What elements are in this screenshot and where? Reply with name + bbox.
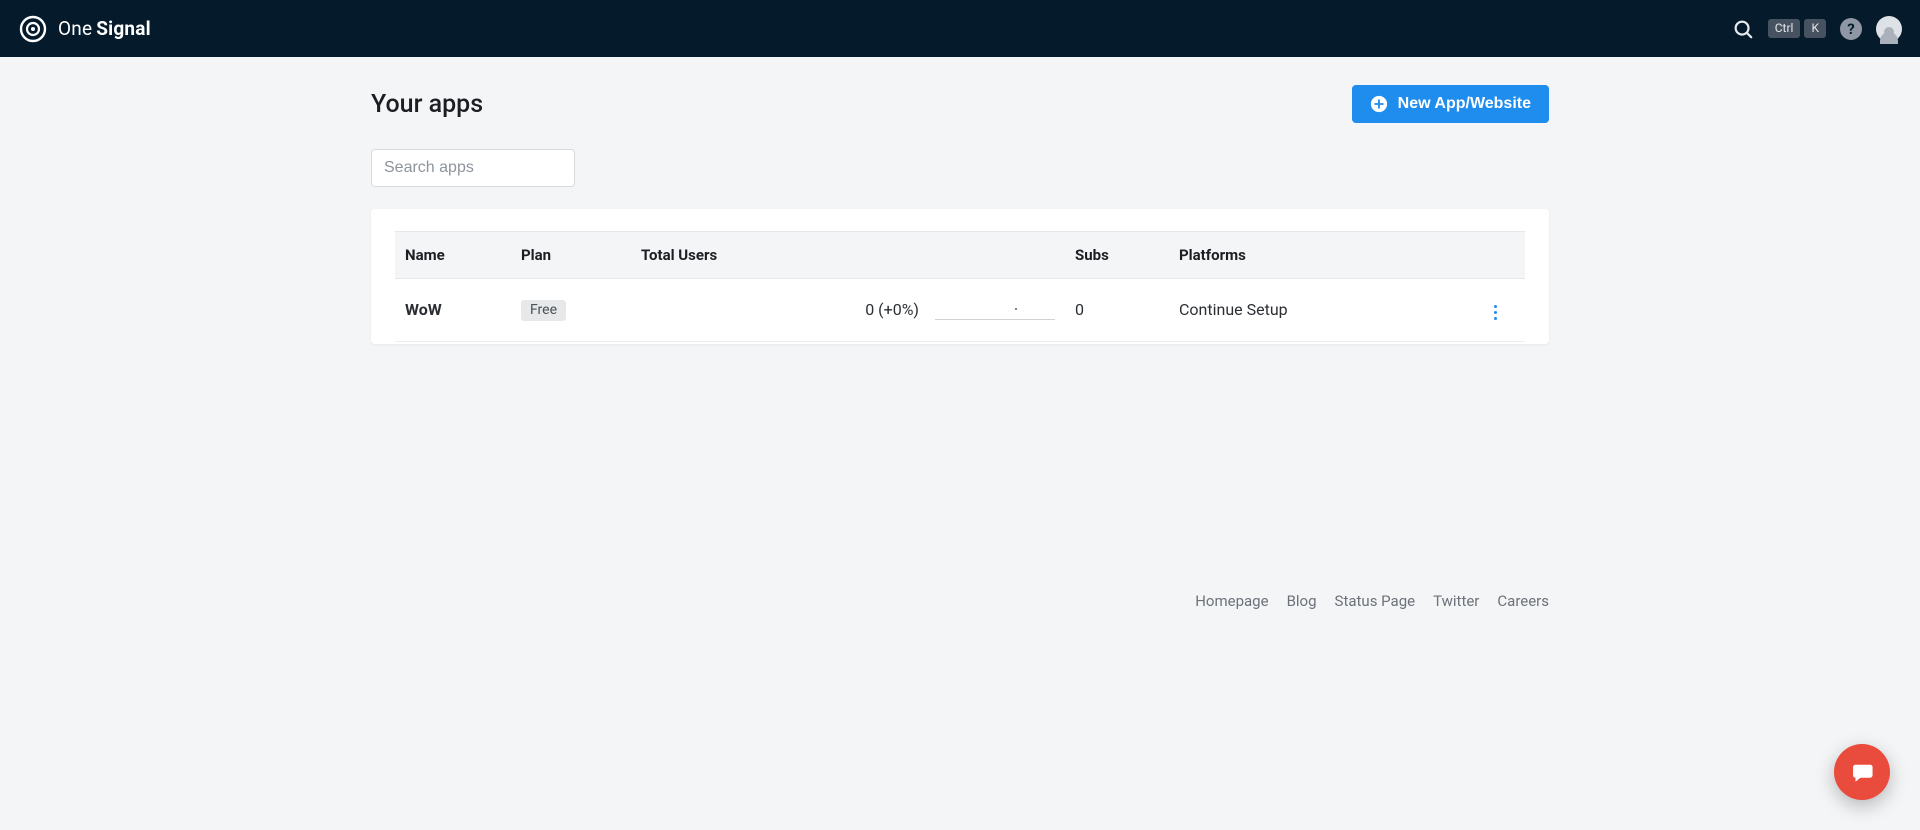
new-app-button-label: New App/Website xyxy=(1398,95,1531,113)
help-icon[interactable]: ? xyxy=(1840,18,1862,40)
kbd-ctrl: Ctrl xyxy=(1768,19,1801,38)
row-actions-button[interactable] xyxy=(1481,299,1509,327)
plus-circle-icon xyxy=(1370,95,1388,113)
nav-right: Ctrl K ? xyxy=(1732,16,1902,42)
top-nav: OneSignal Ctrl K ? xyxy=(0,0,1920,57)
th-total-users: Total Users xyxy=(631,232,1065,279)
footer-links: Homepage Blog Status Page Twitter Career… xyxy=(371,592,1549,610)
page: Your apps New App/Website Name Plan Tota… xyxy=(371,57,1549,610)
onesignal-logo-icon xyxy=(18,14,48,44)
page-header: Your apps New App/Website xyxy=(371,85,1549,123)
search-apps-input[interactable] xyxy=(371,149,575,187)
footer-link-blog[interactable]: Blog xyxy=(1287,592,1317,610)
avatar[interactable] xyxy=(1876,16,1902,42)
platforms-value[interactable]: Continue Setup xyxy=(1179,300,1288,319)
brand-word-signal: Signal xyxy=(96,17,151,40)
th-actions xyxy=(1465,232,1525,279)
kbd-k: K xyxy=(1804,19,1826,38)
sparkline-icon xyxy=(935,300,1055,320)
kbd-shortcut: Ctrl K xyxy=(1768,19,1826,38)
app-name: WoW xyxy=(405,300,442,319)
table-row[interactable]: WoW Free 0 (+0%) 0 Continue Setup xyxy=(395,279,1525,342)
th-name: Name xyxy=(395,232,511,279)
subs-value: 0 xyxy=(1075,300,1084,319)
th-subs: Subs xyxy=(1065,232,1169,279)
search-icon[interactable] xyxy=(1732,18,1754,40)
brand-word-one: One xyxy=(58,17,92,40)
kebab-icon xyxy=(1494,305,1497,320)
th-plan: Plan xyxy=(511,232,631,279)
total-users-value: 0 (+0%) xyxy=(865,300,919,319)
page-title: Your apps xyxy=(371,90,483,119)
footer-link-homepage[interactable]: Homepage xyxy=(1195,592,1268,610)
chat-fab[interactable] xyxy=(1834,744,1890,800)
th-platforms: Platforms xyxy=(1169,232,1465,279)
footer-link-twitter[interactable]: Twitter xyxy=(1433,592,1479,610)
brand[interactable]: OneSignal xyxy=(18,14,151,44)
apps-card: Name Plan Total Users Subs Platforms WoW… xyxy=(371,209,1549,344)
footer-link-statuspage[interactable]: Status Page xyxy=(1335,592,1416,610)
chat-icon xyxy=(1849,759,1875,785)
plan-badge: Free xyxy=(521,300,566,321)
footer-link-careers[interactable]: Careers xyxy=(1497,592,1549,610)
apps-table: Name Plan Total Users Subs Platforms WoW… xyxy=(395,231,1525,342)
new-app-button[interactable]: New App/Website xyxy=(1352,85,1549,123)
